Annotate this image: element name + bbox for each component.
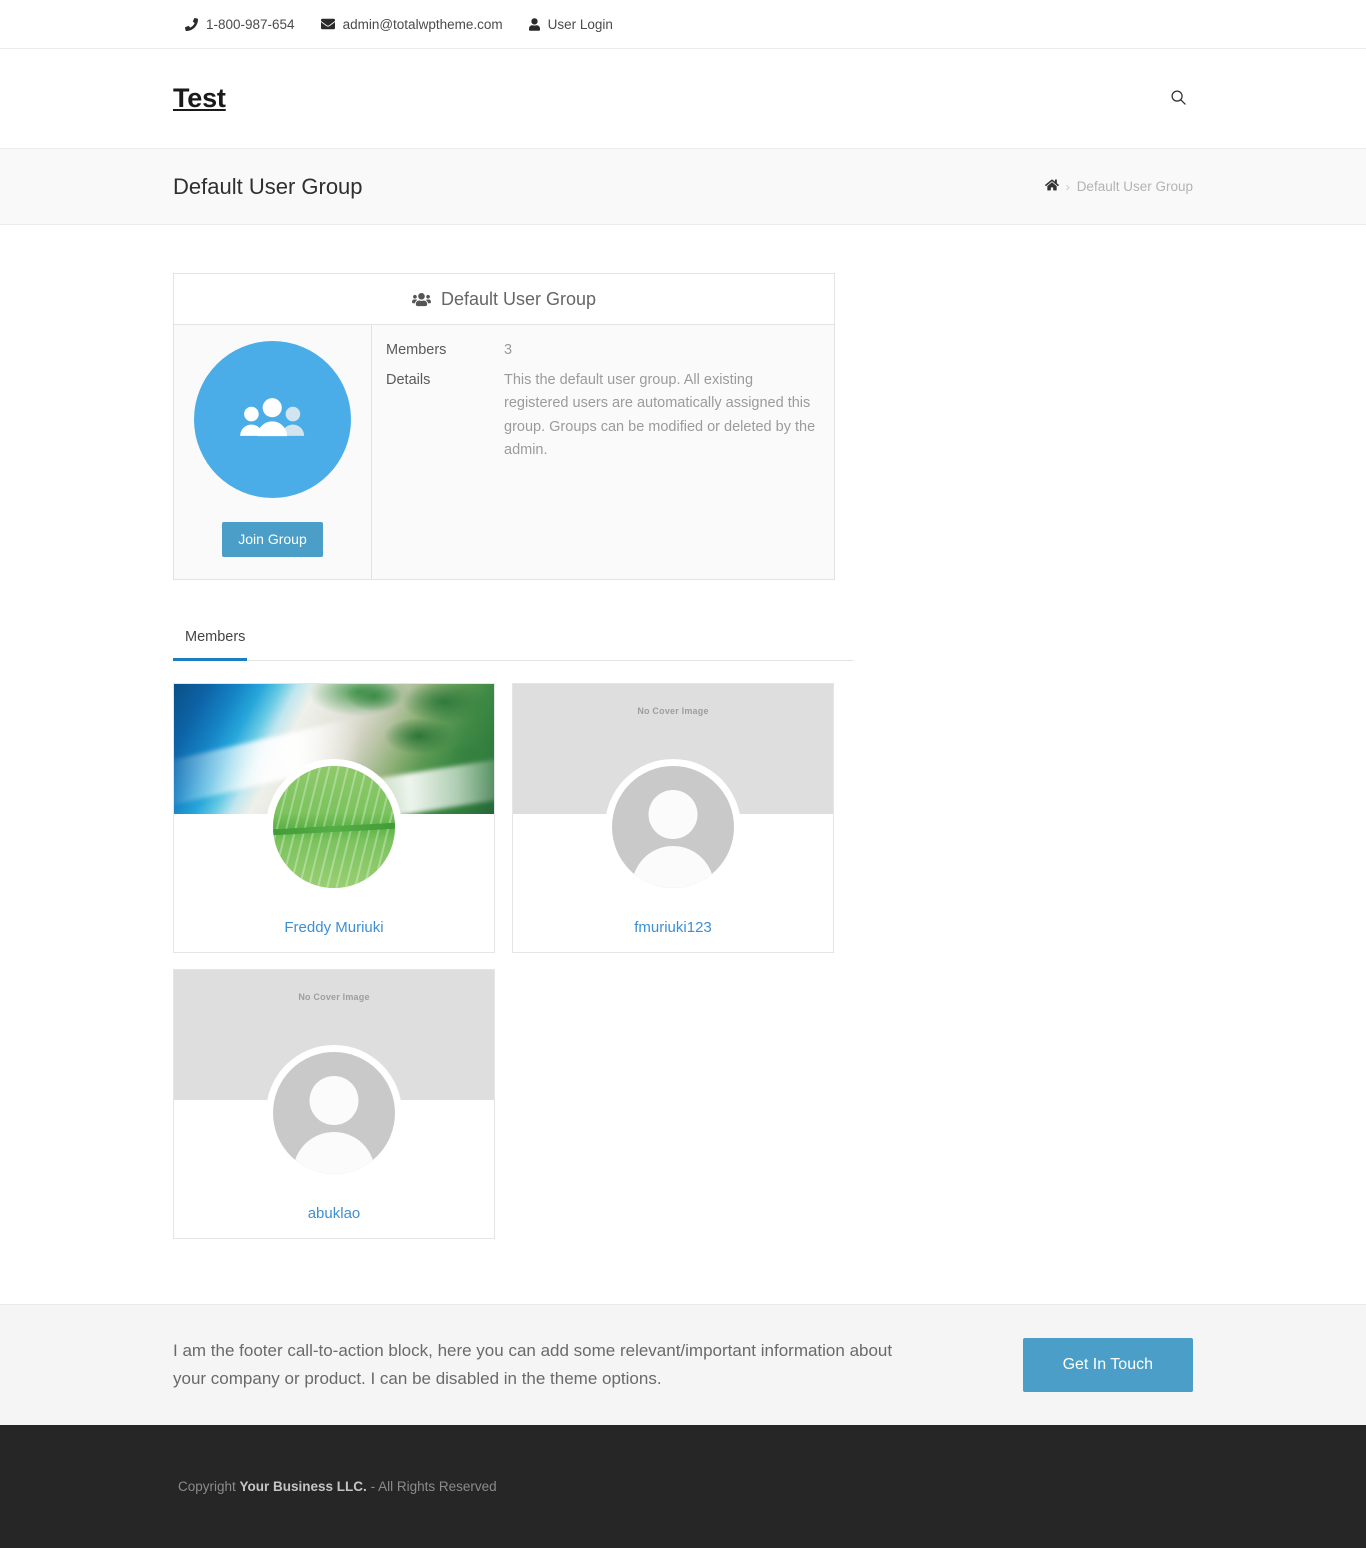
- member-avatar-default: [612, 765, 734, 888]
- footer-callout: I am the footer call-to-action block, he…: [0, 1303, 1366, 1425]
- table-row: Details This the default user group. All…: [386, 369, 816, 469]
- member-avatar-default: [273, 1051, 395, 1174]
- group-details-cell: Members 3 Details This the default user …: [372, 325, 834, 579]
- default-user-icon: [273, 1052, 395, 1174]
- member-avatar-image: [273, 765, 395, 888]
- site-header: Test: [0, 49, 1366, 149]
- member-grid: Freddy Muriuki No Cover Image fmuriuki12…: [173, 682, 853, 1239]
- breadcrumb-separator: ›: [1065, 179, 1070, 194]
- breadcrumb-current: Default User Group: [1076, 179, 1193, 194]
- member-tabs: Members: [173, 619, 853, 661]
- list-item[interactable]: No Cover Image fmuriuki123: [512, 682, 834, 953]
- avatar: [605, 758, 741, 895]
- avatar: [266, 1044, 402, 1181]
- no-cover-image-label: No Cover Image: [298, 991, 370, 1002]
- envelope-icon: [320, 17, 335, 31]
- group-card-body: Join Group Members 3 Details This the de…: [174, 325, 834, 579]
- users-group-icon: [412, 292, 431, 307]
- list-item[interactable]: No Cover Image abuklao: [173, 968, 495, 1239]
- copyright-suffix: - All Rights Reserved: [366, 1478, 497, 1494]
- detail-label-members: Members: [386, 342, 447, 358]
- tab-members[interactable]: Members: [173, 619, 248, 661]
- group-avatar-cell: Join Group: [174, 325, 372, 579]
- no-cover-image-label: No Cover Image: [637, 705, 709, 716]
- top-bar: 1-800-987-654 admin@totalwptheme.com Use…: [0, 0, 1366, 49]
- get-in-touch-button[interactable]: Get In Touch: [1022, 1337, 1193, 1392]
- table-row: Members 3: [386, 339, 816, 369]
- default-user-icon: [612, 766, 734, 888]
- member-name-link[interactable]: fmuriuki123: [634, 919, 712, 936]
- group-card-title: Default User Group: [440, 288, 597, 309]
- member-name-link[interactable]: abuklao: [308, 1205, 361, 1222]
- leaf-photo: [273, 765, 395, 888]
- footer-bottom-bar: Copyright Your Business LLC. - All Right…: [0, 1424, 1366, 1548]
- breadcrumb: › Default User Group: [1044, 178, 1193, 195]
- main-content: Default User Group Join Group Members 3 …: [0, 225, 1366, 1304]
- topbar-login-label: User Login: [547, 16, 613, 32]
- search-icon: [1170, 89, 1186, 108]
- copyright-prefix: Copyright: [178, 1478, 240, 1494]
- topbar-email-label: admin@totalwptheme.com: [342, 16, 503, 32]
- search-toggle-button[interactable]: [1163, 84, 1193, 114]
- avatar: [266, 758, 402, 895]
- detail-value-members: 3: [504, 342, 513, 358]
- topbar-user-login[interactable]: User Login: [528, 16, 613, 32]
- copyright-text: Copyright Your Business LLC. - All Right…: [173, 1479, 497, 1494]
- group-card-header: Default User Group: [174, 274, 834, 325]
- home-icon: [1044, 178, 1059, 195]
- leaf-spine: [273, 822, 395, 836]
- copyright-business: Your Business LLC.: [239, 1478, 367, 1494]
- group-card: Default User Group Join Group Members 3 …: [173, 273, 835, 580]
- topbar-email[interactable]: admin@totalwptheme.com: [320, 16, 503, 32]
- group-avatar: [194, 341, 351, 498]
- topbar-phone-label: 1-800-987-654: [206, 16, 295, 32]
- list-item[interactable]: Freddy Muriuki: [173, 682, 495, 953]
- user-icon: [528, 17, 540, 31]
- detail-value-details: This the default user group. All existin…: [504, 372, 816, 458]
- join-group-button[interactable]: Join Group: [222, 522, 323, 557]
- topbar-phone[interactable]: 1-800-987-654: [185, 17, 295, 32]
- member-name-link[interactable]: Freddy Muriuki: [284, 919, 383, 936]
- detail-label-details: Details: [386, 372, 431, 389]
- site-title[interactable]: Test: [173, 83, 226, 114]
- breadcrumb-home-link[interactable]: [1044, 178, 1059, 195]
- group-details-table: Members 3 Details This the default user …: [386, 339, 816, 469]
- page-root: 1-800-987-654 admin@totalwptheme.com Use…: [0, 0, 1366, 1548]
- page-title-bar: Default User Group › Default User Group: [0, 149, 1366, 225]
- page-title: Default User Group: [173, 173, 363, 199]
- phone-icon: [185, 17, 198, 31]
- callout-text: I am the footer call-to-action block, he…: [173, 1341, 893, 1388]
- group-people-icon: [220, 381, 325, 458]
